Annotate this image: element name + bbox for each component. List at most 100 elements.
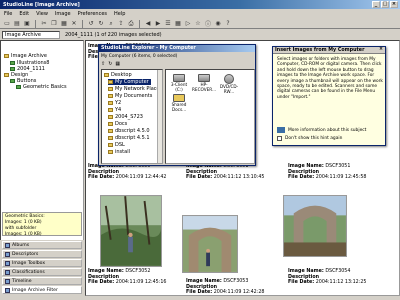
drive-list: 3-Client (C:) HP-RECOVER... DVD/CD-RW...… bbox=[165, 69, 255, 164]
image-card[interactable]: Image Name: DSCF3051 Description File Da… bbox=[288, 164, 384, 181]
explorer-tree: Desktop My Computer My Network Places My… bbox=[101, 69, 163, 164]
minimize-button[interactable]: _ bbox=[372, 1, 380, 8]
menu-file[interactable]: File bbox=[4, 11, 12, 17]
nav-descriptors[interactable]: Descriptors bbox=[2, 250, 82, 258]
nav-image-toolbox[interactable]: Image Toolbox bbox=[2, 259, 82, 267]
insert-images-hint: Insert Images from My Computer × Select … bbox=[272, 46, 386, 146]
menu-image[interactable]: Image bbox=[55, 11, 71, 17]
list-view-icon[interactable]: ☰ bbox=[164, 20, 172, 28]
hint-more-info[interactable]: More information about this subject bbox=[277, 127, 366, 133]
export-icon[interactable]: ⇪ bbox=[117, 20, 125, 28]
nav-albums[interactable]: Albums bbox=[2, 241, 82, 249]
explorer-tree-item[interactable]: Desktop bbox=[104, 72, 132, 78]
drive-dvd[interactable]: DVD/CD-RW... bbox=[218, 74, 240, 94]
drive-recover[interactable]: HP-RECOVER... bbox=[192, 74, 216, 92]
image-card[interactable]: Image Name: DSCF3052 Description File Da… bbox=[88, 269, 184, 286]
explorer-tree-item-selected[interactable]: My Computer bbox=[108, 79, 151, 85]
explorer-tree-item[interactable]: DSL bbox=[108, 142, 125, 148]
tree-item-label: Image Archive bbox=[11, 53, 47, 59]
name-label: Image Name: bbox=[88, 269, 124, 274]
filter-icon bbox=[5, 287, 10, 293]
explorer-tree-item[interactable]: Y4 bbox=[108, 107, 121, 113]
menu-view[interactable]: View bbox=[36, 11, 48, 17]
menu-help[interactable]: Help bbox=[114, 11, 125, 17]
forward-arrow-icon[interactable]: ▶ bbox=[154, 20, 162, 28]
close-button[interactable]: × bbox=[390, 1, 398, 8]
refresh-icon[interactable]: ↻ bbox=[108, 61, 112, 67]
nav-timeline[interactable]: Timeline bbox=[2, 277, 82, 285]
image-date: 2004:11:09 12:42:28 bbox=[213, 290, 265, 295]
zoom-icon[interactable]: ⌕ bbox=[107, 20, 115, 28]
drive-label: 3-Client (C:) bbox=[170, 82, 188, 92]
paste-icon[interactable]: ▦ bbox=[60, 20, 68, 28]
slideshow-icon[interactable]: ▷ bbox=[184, 20, 192, 28]
folder-icon bbox=[108, 115, 113, 119]
computer-icon bbox=[108, 80, 113, 84]
nav-label: Timeline bbox=[12, 278, 32, 284]
image-card[interactable]: Image Name: DSCF3050 Description File Da… bbox=[88, 164, 184, 181]
menu-preferences[interactable]: Preferences bbox=[78, 11, 107, 17]
explorer-tree-item[interactable]: dbscript 4.5.0 bbox=[108, 128, 150, 134]
nav-image-archive-filter[interactable]: Image Archive Filter bbox=[2, 286, 82, 294]
image-name: DSCF3054 bbox=[325, 269, 351, 274]
info-icon[interactable]: ⓘ bbox=[204, 20, 212, 28]
hint-close-icon[interactable]: × bbox=[379, 47, 383, 52]
save-icon[interactable]: ▣ bbox=[23, 20, 31, 28]
cd-icon bbox=[224, 74, 234, 84]
thumbnail-forest[interactable] bbox=[100, 195, 162, 267]
dont-show-hint-checkbox[interactable]: Don't show this hint again bbox=[277, 136, 342, 141]
classifications-icon bbox=[5, 269, 10, 275]
rotate-left-icon[interactable]: ↺ bbox=[87, 20, 95, 28]
desc-label: Description bbox=[186, 284, 218, 290]
explorer-tree-item[interactable]: My Network Places bbox=[108, 86, 162, 92]
folder-icon bbox=[108, 129, 113, 133]
desc-label: Description bbox=[288, 169, 320, 175]
star-icon[interactable]: ☆ bbox=[194, 20, 202, 28]
explorer-tree-item[interactable]: Y2 bbox=[108, 100, 121, 106]
tree-item-image-archive[interactable]: Image Archive bbox=[4, 53, 47, 59]
tree-scrollbar[interactable] bbox=[157, 70, 162, 163]
explorer-tree-item[interactable]: Docs bbox=[108, 121, 127, 127]
view-icon[interactable]: ▦ bbox=[115, 61, 120, 67]
back-arrow-icon[interactable]: ◀ bbox=[144, 20, 152, 28]
thumbnail-stone-arch[interactable] bbox=[182, 215, 238, 273]
print-icon[interactable]: ⎙ bbox=[127, 20, 135, 28]
new-icon[interactable]: ▭ bbox=[3, 20, 11, 28]
explorer-tree-item[interactable]: install bbox=[108, 149, 130, 155]
explorer-tree-item[interactable]: My Documents bbox=[108, 93, 152, 99]
image-date: 2004:11:09 12:45:16 bbox=[115, 280, 167, 285]
cut-icon[interactable]: ✂ bbox=[40, 20, 48, 28]
menu-edit[interactable]: Edit bbox=[19, 11, 29, 17]
image-card[interactable]: Image Name: DSCF3051 Description File Da… bbox=[186, 164, 282, 181]
timeline-icon bbox=[5, 278, 10, 284]
help-icon[interactable]: ? bbox=[224, 20, 232, 28]
info-icon bbox=[277, 127, 285, 133]
tree-label: dbscript 4.5.0 bbox=[115, 128, 150, 134]
copy-icon[interactable]: ❐ bbox=[50, 20, 58, 28]
image-date: 2004:11:12 13:10:45 bbox=[213, 175, 265, 180]
thumbnail-view-icon[interactable]: ▦ bbox=[174, 20, 182, 28]
drive-c[interactable]: 3-Client (C:) bbox=[168, 74, 190, 92]
image-card[interactable]: Image Name: DSCF3053 Description File Da… bbox=[186, 279, 282, 296]
thumbnail-gate[interactable] bbox=[283, 195, 347, 257]
nav-label: Image Archive Filter bbox=[12, 287, 58, 293]
rotate-right-icon[interactable]: ↻ bbox=[97, 20, 105, 28]
delete-icon[interactable]: ✕ bbox=[70, 20, 78, 28]
image-card[interactable]: Image Name: DSCF3054 Description File Da… bbox=[288, 269, 384, 286]
open-folder-icon[interactable]: ▤ bbox=[13, 20, 21, 28]
checkbox-icon[interactable] bbox=[277, 136, 282, 141]
image-name: DSCF3053 bbox=[223, 279, 249, 284]
nav-classifications[interactable]: Classifications bbox=[2, 268, 82, 276]
camera-icon[interactable]: ◉ bbox=[214, 20, 222, 28]
explorer-tree-item[interactable]: dbscript 4.5.1 bbox=[108, 135, 150, 141]
up-folder-icon[interactable]: ⇧ bbox=[101, 61, 105, 67]
archive-select[interactable]: Image Archive bbox=[2, 30, 60, 39]
explorer-tree-item[interactable]: 2004_S723 bbox=[108, 114, 143, 120]
folder-icon bbox=[108, 122, 113, 126]
date-label: File Date: bbox=[186, 175, 213, 180]
drive-shared-docs[interactable]: Shared Docs... bbox=[168, 94, 190, 112]
maximize-button[interactable]: □ bbox=[381, 1, 389, 8]
desc-label: Description bbox=[288, 274, 320, 280]
folder-icon bbox=[108, 101, 113, 105]
tree-item-geometric-basics[interactable]: Geometric Basics bbox=[16, 84, 67, 90]
